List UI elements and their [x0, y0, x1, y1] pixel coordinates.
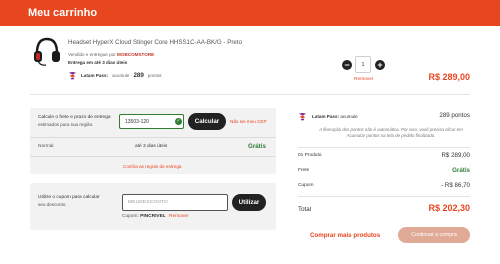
summary-products-value: R$ 289,00	[441, 152, 470, 159]
divider	[30, 137, 276, 138]
remove-item-link[interactable]: Remover	[354, 77, 373, 82]
seller-info: Vendido e entregue por MOBCOMSTORE	[68, 52, 154, 57]
delivery-rules-link[interactable]: Confira as regras de entrega	[123, 164, 181, 169]
summary-latam-points: 289 pontos	[439, 112, 470, 119]
latam-logo-icon	[298, 112, 307, 121]
continue-shopping-link[interactable]: Comprar mais produtos	[310, 232, 380, 239]
divider	[298, 196, 470, 197]
check-icon: ✓	[175, 118, 182, 125]
latam-logo-icon	[68, 71, 77, 80]
headset-product-image[interactable]	[30, 34, 64, 68]
summary-freight-value: Grátis	[452, 167, 470, 174]
header-bar: Meu carrinho	[0, 0, 500, 26]
summary-coupon-value: - R$ 86,70	[441, 182, 470, 189]
summary-coupon-label: Cupom	[298, 183, 314, 188]
divider	[30, 94, 470, 95]
product-name[interactable]: Headset HyperX Cloud Stinger Core HHSS1C…	[68, 39, 242, 46]
coupon-subtitle: seu desconto.	[38, 202, 67, 207]
page-title: Meu carrinho	[28, 7, 98, 19]
latam-points-note: A liberação dos pontos não é automática.…	[319, 127, 463, 138]
unknown-cep-link[interactable]: Não sei meu CEP	[230, 119, 267, 124]
delivery-estimate: Entrega em até 3 dias úteis	[68, 60, 128, 65]
shipping-type: Normal	[38, 144, 54, 149]
seller-name[interactable]: MOBCOMSTORE	[117, 52, 154, 57]
shipping-title: Calcule o frete e prazo de entrega	[38, 115, 111, 120]
applied-coupon: Cupom: PINCRIVEL	[122, 214, 166, 219]
summary-products-label: 01 Produto	[298, 153, 322, 158]
summary-latam-label: Latam Pass: acumule	[312, 114, 358, 119]
remove-coupon-link[interactable]: Remover	[169, 214, 188, 219]
coupon-title: Utilize o cupom para calcular	[38, 195, 100, 200]
apply-coupon-button[interactable]: Utilizar	[232, 194, 266, 211]
latam-points: 289	[133, 72, 144, 79]
shipping-eta: até 3 dias úteis	[135, 144, 168, 149]
item-price: R$ 289,00	[428, 72, 470, 82]
shipping-price: Grátis	[248, 143, 266, 150]
total-value: R$ 202,30	[428, 203, 470, 213]
decrease-quantity-button[interactable]: −	[342, 60, 352, 70]
applied-coupon-code: PINCRIVEL	[140, 214, 166, 219]
divider	[298, 147, 470, 148]
seller-prefix: Vendido e entregue por	[68, 52, 116, 57]
latam-sub: acumule	[112, 73, 130, 78]
checkout-button[interactable]: Continuar a compra	[398, 227, 470, 243]
plus-icon: +	[377, 59, 383, 70]
total-label: Total	[298, 206, 312, 213]
minus-icon: −	[344, 59, 350, 70]
summary-freight-label: Frete	[298, 168, 310, 173]
increase-quantity-button[interactable]: +	[375, 60, 385, 70]
summary-latam-title: Latam Pass:	[312, 114, 340, 119]
latam-points-unit: pontos	[147, 73, 162, 78]
shipping-subtitle: estimados para sua região.	[38, 122, 94, 127]
divider	[30, 156, 276, 157]
summary-latam-sub: acumule	[340, 114, 358, 119]
calculate-shipping-button[interactable]: Calcular	[188, 113, 226, 130]
latam-points-row: Latam Pass: acumule 289 pontos	[68, 71, 162, 80]
coupon-input[interactable]: MEUDESCONTO	[122, 194, 228, 211]
applied-coupon-prefix: Cupom:	[122, 214, 139, 219]
quantity-field[interactable]: 1	[355, 56, 371, 73]
latam-label: Latam Pass:	[81, 73, 109, 78]
